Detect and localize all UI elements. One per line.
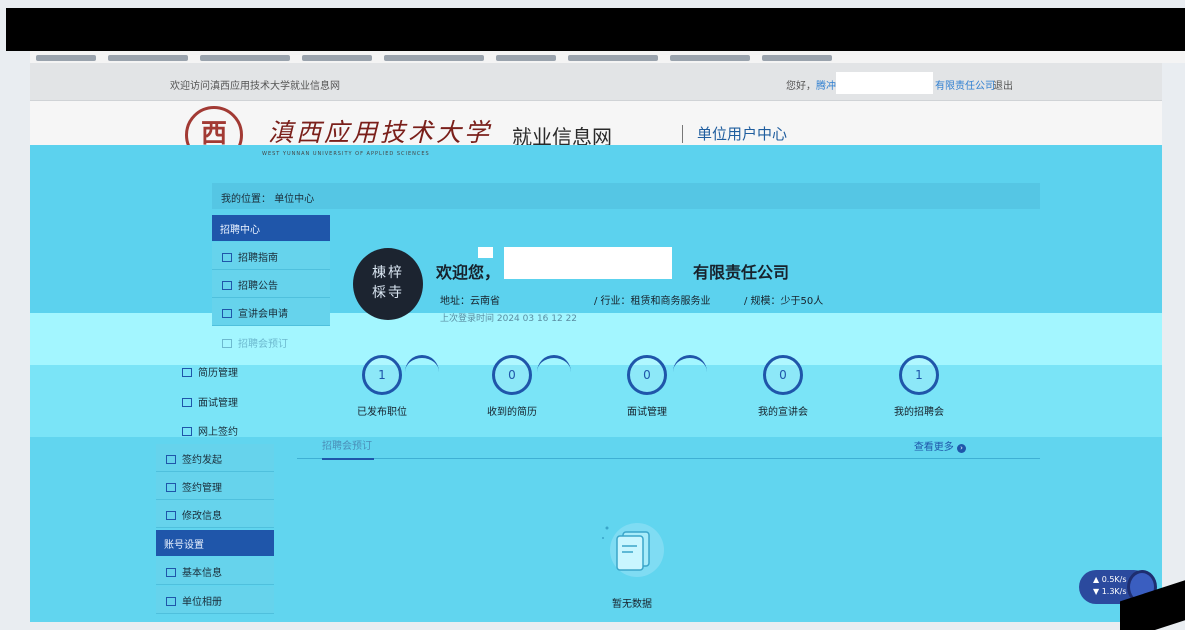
breadcrumb-label: 我的位置： (221, 194, 271, 205)
university-english-name: WEST YUNNAN UNIVERSITY OF APPLIED SCIENC… (262, 151, 430, 157)
redaction-box (478, 247, 493, 258)
company-link[interactable]: 有限责任公司 (935, 77, 995, 92)
empty-state-text: 暂无数据 (612, 599, 652, 610)
user-link[interactable]: 腾冲 (816, 81, 836, 92)
stat-interviews[interactable]: 0 面试管理 (592, 355, 702, 418)
redaction-box (836, 72, 933, 94)
sidebar-item-notice[interactable]: 招聘公告 (212, 270, 330, 298)
company-industry: / 行业：租赁和商务服务业 (594, 296, 711, 307)
breadcrumb: 我的位置： 单位中心 (212, 183, 1040, 209)
sidebar-item-basic-info[interactable]: 基本信息 (156, 557, 274, 585)
last-login-time: 上次登录时间 2024 03 16 12 22 (440, 314, 578, 324)
sidebar-item-edit-info[interactable]: 修改信息 (156, 500, 274, 528)
list-icon (166, 455, 176, 464)
breadcrumb-current[interactable]: 单位中心 (274, 194, 314, 205)
stat-label: 收到的简历 (487, 407, 537, 418)
stat-label: 我的招聘会 (894, 407, 944, 418)
list-icon (166, 597, 176, 606)
sidebar-header-recruit[interactable]: 招聘中心 (212, 215, 330, 241)
company-size: / 规模：少于50人 (744, 296, 824, 307)
view-more-link[interactable]: 查看更多 › (914, 438, 966, 453)
welcome-text: 欢迎访问滇西应用技术大学就业信息网 (170, 81, 340, 92)
company-avatar: 棟梓 棌寺 (353, 248, 423, 320)
list-icon (222, 253, 232, 262)
stat-published-jobs[interactable]: 1 已发布职位 (327, 355, 437, 418)
list-icon (166, 483, 176, 492)
sidebar-item-resume[interactable]: 简历管理 (172, 357, 290, 385)
sidebar-item-interview[interactable]: 面试管理 (172, 387, 290, 415)
sidebar-header-account[interactable]: 账号设置 (156, 530, 274, 556)
chevron-right-icon: › (957, 444, 966, 453)
company-address: 地址：云南省 (440, 296, 500, 307)
sidebar-item-guide[interactable]: 招聘指南 (212, 242, 330, 270)
stat-value: 0 (627, 355, 667, 395)
sidebar-item-online-sign[interactable]: 网上签约 (172, 416, 290, 444)
screen-top-blackout (6, 8, 1185, 51)
center-title: 单位用户中心 (682, 125, 787, 143)
welcome-title: 欢迎您， (436, 263, 501, 282)
site-header: 西 滇西应用技术大学 就业信息网 单位用户中心 (30, 101, 1162, 164)
list-icon (222, 281, 232, 290)
tab-fair-booking[interactable]: 招聘会预订 (322, 437, 374, 460)
sidebar-item-fair-booking[interactable]: 招聘会预订 (212, 328, 330, 356)
redaction-box (504, 247, 672, 279)
list-icon (182, 398, 192, 407)
stat-label: 已发布职位 (357, 407, 407, 418)
tab-bar: 招聘会预订 查看更多 › (297, 433, 1040, 460)
sidebar-item-talk-apply[interactable]: 宣讲会申请 (212, 298, 330, 326)
logout-link[interactable]: 退出 (993, 77, 1013, 92)
content-overlay-top (30, 145, 1162, 313)
stat-value: 0 (492, 355, 532, 395)
top-info-bar: 欢迎访问滇西应用技术大学就业信息网 您好，腾冲 有限责任公司 退出 (30, 63, 1162, 101)
stat-value: 1 (899, 355, 939, 395)
empty-document-icon (602, 523, 664, 577)
stat-value: 0 (763, 355, 803, 395)
stat-label: 我的宣讲会 (758, 407, 808, 418)
list-icon (166, 568, 176, 577)
greeting-text: 您好，腾冲 (786, 81, 836, 92)
company-name-suffix: 有限责任公司 (693, 263, 790, 282)
stat-my-fairs[interactable]: 1 我的招聘会 (864, 355, 974, 418)
stat-label: 面试管理 (627, 407, 667, 418)
list-icon (182, 368, 192, 377)
sidebar-item-sign-manage[interactable]: 签约管理 (156, 472, 274, 500)
list-icon (222, 339, 232, 348)
list-icon (182, 427, 192, 436)
stat-received-resumes[interactable]: 0 收到的简历 (457, 355, 567, 418)
stat-value: 1 (362, 355, 402, 395)
list-icon (166, 511, 176, 520)
bookmarks-bar (30, 51, 1185, 63)
stat-my-talks[interactable]: 0 我的宣讲会 (728, 355, 838, 418)
university-name: 滇西应用技术大学 (268, 118, 493, 147)
sidebar-item-album[interactable]: 单位相册 (156, 586, 274, 614)
sidebar-item-sign-start[interactable]: 签约发起 (156, 444, 274, 472)
list-icon (222, 309, 232, 318)
